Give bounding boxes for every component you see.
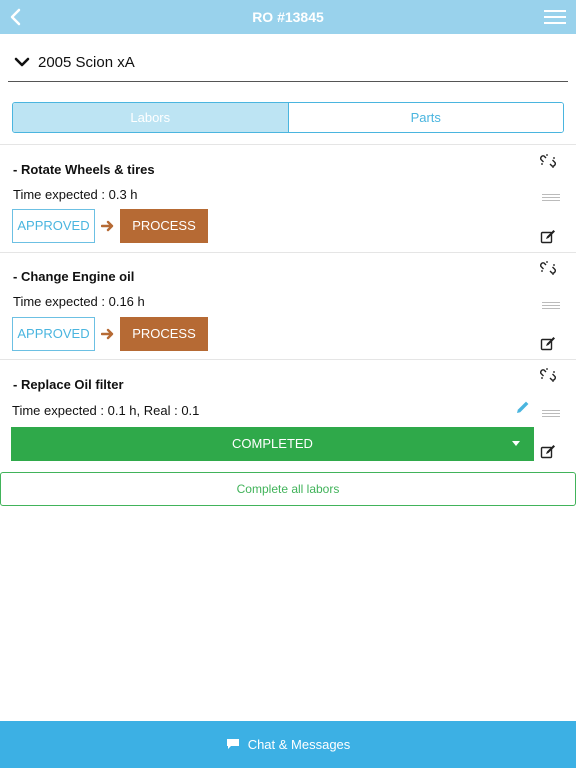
edit-icon[interactable] (540, 444, 556, 460)
unlink-icon[interactable] (540, 260, 556, 276)
drag-handle-icon[interactable] (542, 301, 560, 309)
unlink-icon[interactable] (540, 367, 556, 383)
chat-messages-label: Chat & Messages (247, 737, 351, 752)
process-button[interactable]: PROCESS (120, 209, 208, 243)
chat-messages-content: Chat & Messages (0, 737, 576, 752)
chat-messages-bar[interactable]: Chat & Messages (0, 721, 576, 768)
labor-time: Time expected : 0.16 h (13, 294, 145, 309)
labor-name: - Rotate Wheels & tires (13, 162, 155, 177)
labor-item: - Change Engine oil Time expected : 0.16… (0, 252, 576, 359)
approved-button[interactable]: APPROVED (12, 209, 95, 243)
edit-icon[interactable] (540, 229, 556, 245)
labor-item: - Rotate Wheels & tires Time expected : … (0, 145, 576, 252)
status-select[interactable]: COMPLETED (11, 427, 534, 461)
labor-name: - Change Engine oil (13, 269, 135, 284)
chat-bubble-icon (226, 739, 239, 749)
process-button[interactable]: PROCESS (120, 317, 208, 351)
segmented-tabs: Labors Parts (12, 102, 564, 133)
arrow-right-icon (101, 328, 114, 340)
unlink-icon[interactable] (540, 153, 556, 169)
chevron-down-icon (14, 57, 30, 67)
status-value: COMPLETED (232, 436, 313, 451)
vehicle-name: 2005 Scion xA (38, 54, 135, 71)
approved-button[interactable]: APPROVED (12, 317, 95, 351)
tab-labors[interactable]: Labors (13, 103, 289, 132)
vehicle-selector[interactable]: 2005 Scion xA (8, 48, 568, 82)
hamburger-menu-icon[interactable] (544, 9, 566, 25)
top-bar: RO #13845 (0, 0, 576, 34)
edit-icon[interactable] (540, 336, 556, 352)
labor-item: - Replace Oil filter Time expected : 0.1… (0, 359, 576, 469)
caret-down-icon (512, 441, 520, 446)
labor-name: - Replace Oil filter (13, 377, 124, 392)
page-title: RO #13845 (252, 9, 324, 25)
labor-time: Time expected : 0.3 h (13, 187, 138, 202)
drag-handle-icon[interactable] (542, 409, 560, 417)
complete-all-labors-button[interactable]: Complete all labors (0, 472, 576, 506)
arrow-right-icon (101, 220, 114, 232)
drag-handle-icon[interactable] (542, 193, 560, 201)
tab-parts[interactable]: Parts (288, 103, 563, 132)
labor-time: Time expected : 0.1 h, Real : 0.1 (12, 403, 200, 418)
pencil-icon[interactable] (516, 400, 530, 414)
